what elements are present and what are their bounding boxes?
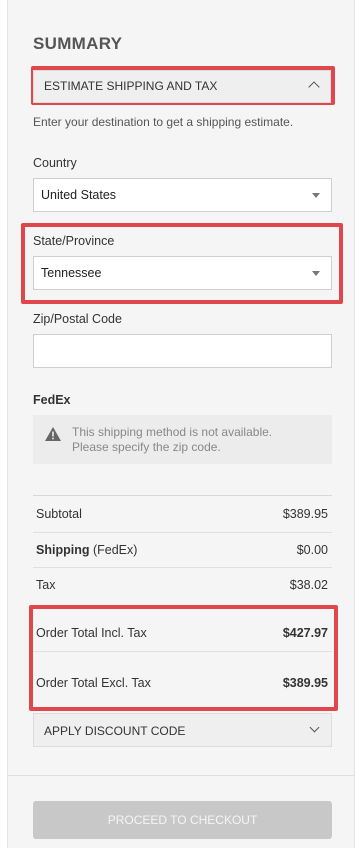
apply-discount-label: APPLY DISCOUNT CODE: [44, 724, 186, 738]
country-label: Country: [33, 156, 77, 170]
order-total-incl-row: Order Total Incl. Tax $427.97: [33, 609, 332, 652]
tax-label: Tax: [36, 578, 56, 592]
warning-icon: [45, 427, 61, 441]
chevron-up-icon: [308, 81, 320, 93]
estimate-shipping-toggle[interactable]: ESTIMATE SHIPPING AND TAX: [33, 70, 331, 103]
summary-title: SUMMARY: [33, 34, 123, 53]
order-total-incl-value: $427.97: [282, 626, 328, 640]
order-total-incl-label: Order Total Incl. Tax: [36, 626, 147, 640]
zip-input[interactable]: [33, 334, 332, 368]
shipping-value: $0.00: [296, 543, 328, 557]
shipping-label: Shipping: [36, 543, 90, 557]
carrier-title: FedEx: [33, 393, 71, 407]
caret-down-icon: [312, 271, 320, 276]
order-total-excl-value: $389.95: [282, 676, 328, 690]
state-label: State/Province: [33, 234, 115, 248]
divider: [8, 775, 354, 776]
shipping-label-wrap: Shipping (FedEx): [36, 543, 137, 557]
subtotal-label: Subtotal: [36, 507, 82, 521]
caret-down-icon: [312, 193, 320, 198]
order-total-excl-row: Order Total Excl. Tax $389.95: [33, 652, 332, 707]
tax-value: $38.02: [289, 578, 328, 592]
state-value: Tennessee: [41, 266, 102, 280]
estimate-shipping-label: ESTIMATE SHIPPING AND TAX: [44, 79, 218, 93]
notice-line-1: This shipping method is not available.: [72, 425, 273, 439]
subtotal-value: $389.95: [282, 507, 328, 521]
proceed-to-checkout-button[interactable]: PROCEED TO CHECKOUT: [33, 801, 332, 839]
state-select[interactable]: Tennessee: [33, 256, 332, 290]
country-value: United States: [41, 188, 117, 202]
shipping-estimate-hint: Enter your destination to get a shipping…: [33, 115, 294, 129]
shipping-row: Shipping (FedEx) $0.00: [33, 533, 332, 568]
order-total-excl-label: Order Total Excl. Tax: [36, 676, 151, 690]
country-select[interactable]: United States: [33, 178, 332, 212]
chevron-down-icon: [309, 722, 320, 733]
apply-discount-toggle[interactable]: APPLY DISCOUNT CODE: [33, 713, 332, 747]
shipping-carrier: (FedEx): [92, 543, 138, 557]
notice-line-2: Please specify the zip code.: [72, 440, 221, 454]
shipping-unavailable-notice: This shipping method is not available. P…: [33, 415, 332, 464]
subtotal-row: Subtotal $389.95: [33, 496, 332, 533]
tax-row: Tax $38.02: [33, 568, 332, 603]
zip-label: Zip/Postal Code: [33, 312, 122, 326]
